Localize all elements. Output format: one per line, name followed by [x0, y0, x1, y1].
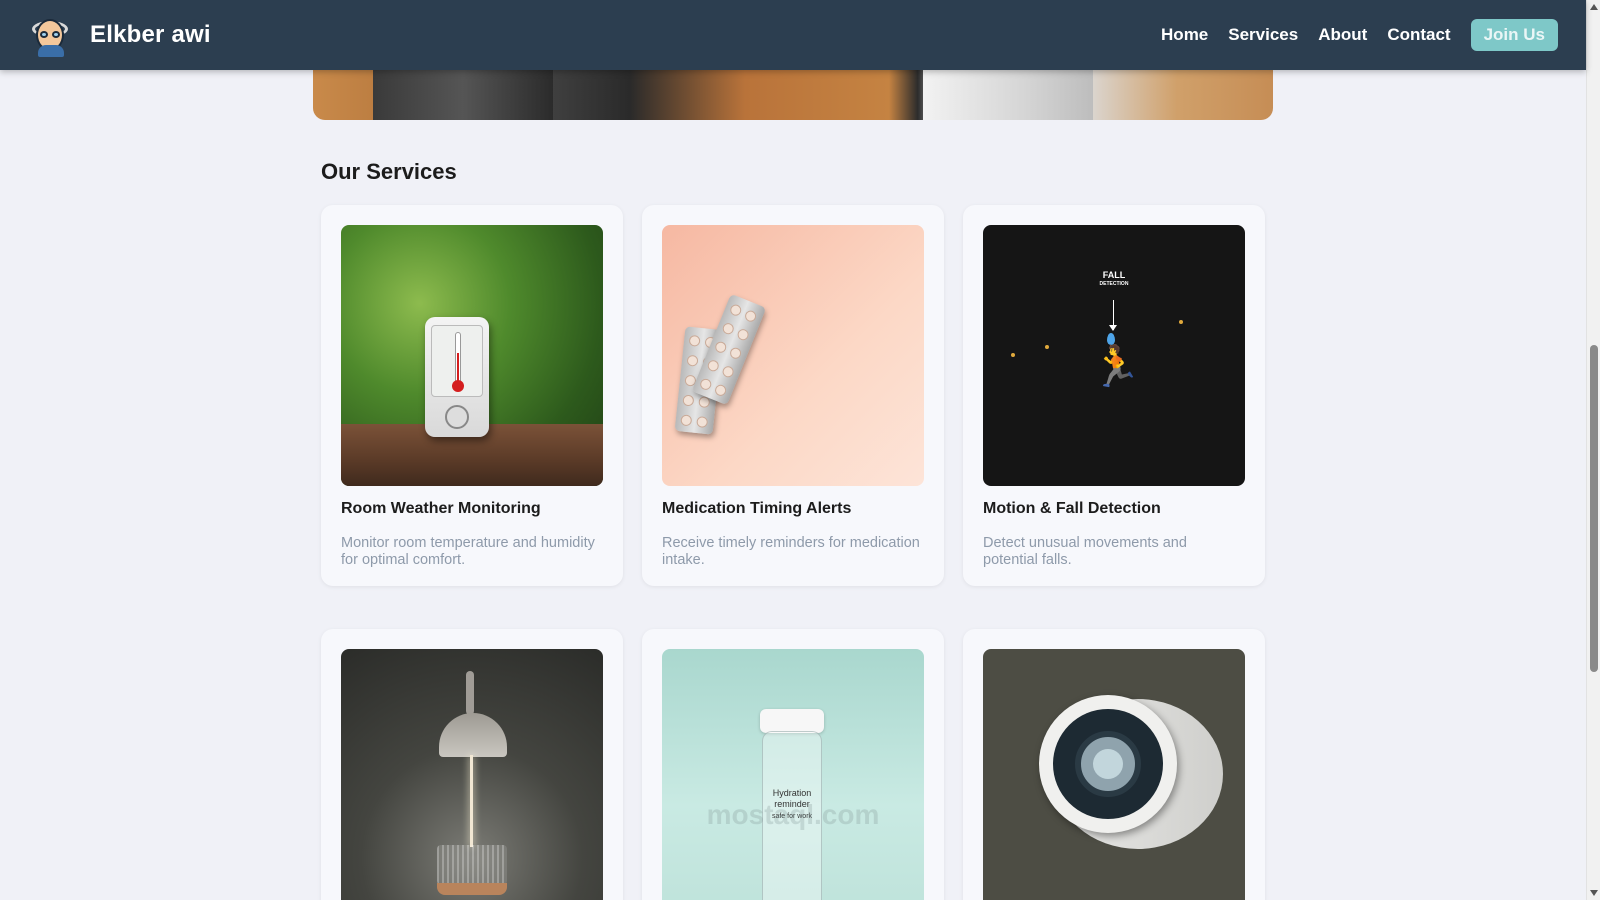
- scroll-down-arrow-icon[interactable]: [1590, 890, 1598, 896]
- nav-link-about[interactable]: About: [1318, 25, 1367, 45]
- camera-image: [983, 649, 1245, 900]
- service-card-medication[interactable]: Medication Timing Alerts Receive timely …: [642, 205, 944, 586]
- fall-subtitle: DETECTION: [1099, 281, 1129, 287]
- services-title: Our Services: [321, 159, 457, 184]
- service-card-lamp[interactable]: [321, 629, 623, 900]
- nav-link-contact[interactable]: Contact: [1387, 25, 1450, 45]
- card-title: Medication Timing Alerts: [662, 500, 852, 517]
- arrow-down-icon: [1109, 325, 1117, 331]
- service-card-fall-detection[interactable]: FALL DETECTION 🏃 Motion & Fall Detection…: [963, 205, 1265, 586]
- watermark: mostaql.com: [706, 799, 880, 830]
- lamp-image: [341, 649, 603, 900]
- scrollbar-thumb[interactable]: [1590, 345, 1598, 672]
- person-icon: 🏃: [1091, 344, 1141, 390]
- pills-image: [662, 225, 924, 486]
- page-scrollbar[interactable]: [1586, 0, 1600, 900]
- navbar: Elkber awi Home Services About Contact J…: [0, 0, 1586, 70]
- service-card-camera[interactable]: [963, 629, 1265, 900]
- fall-detection-image: FALL DETECTION 🏃: [983, 225, 1245, 486]
- card-title: Motion & Fall Detection: [983, 500, 1161, 517]
- join-us-button[interactable]: Join Us: [1470, 19, 1558, 51]
- thermometer-image: [341, 225, 603, 486]
- fall-title: FALL: [1102, 270, 1126, 280]
- nav-link-services[interactable]: Services: [1228, 25, 1298, 45]
- service-card-weather[interactable]: Room Weather Monitoring Monitor room tem…: [321, 205, 623, 586]
- card-title: Room Weather Monitoring: [341, 500, 541, 517]
- service-card-hydration[interactable]: Hydration reminder safe for work mostaql…: [642, 629, 944, 900]
- brand-name[interactable]: Elkber awi: [90, 21, 211, 49]
- logo-icon[interactable]: [28, 13, 72, 57]
- nav-link-home[interactable]: Home: [1161, 25, 1208, 45]
- nav-links: Home Services About Contact Join Us: [1161, 19, 1558, 51]
- card-description: Receive timely reminders for medication …: [662, 535, 920, 568]
- card-description: Detect unusual movements and potential f…: [983, 535, 1187, 568]
- scroll-up-arrow-icon[interactable]: [1590, 4, 1598, 10]
- bottle-image: Hydration reminder safe for work mostaql…: [662, 649, 924, 900]
- card-description: Monitor room temperature and humidity fo…: [341, 535, 595, 568]
